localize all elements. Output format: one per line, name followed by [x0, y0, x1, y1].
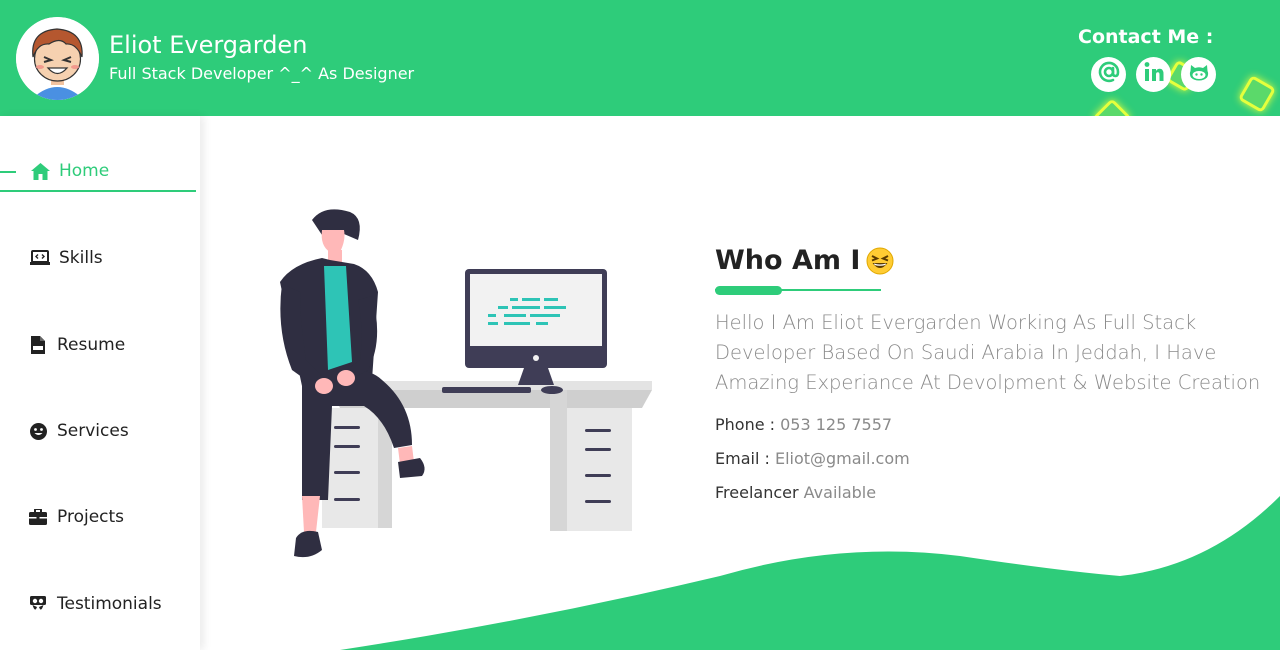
sidebar-item-label: Resume	[57, 335, 126, 355]
about-title: Who Am I	[715, 245, 894, 276]
profile-name: Eliot Evergarden	[109, 31, 308, 59]
email-link[interactable]	[1091, 57, 1126, 92]
sidebar-item-label: Home	[59, 161, 110, 181]
linkedin-icon	[1142, 60, 1166, 89]
decorative-square	[1092, 98, 1132, 116]
pdf-file-icon	[28, 335, 48, 355]
briefcase-icon	[28, 507, 48, 527]
about-title-text: Who Am I	[715, 245, 861, 276]
phone-row: Phone : 053 125 7557	[715, 415, 892, 434]
phone-label: Phone :	[715, 415, 781, 434]
sidebar-item-label: Skills	[59, 248, 103, 268]
at-sign-icon	[1097, 60, 1121, 89]
active-indicator	[0, 171, 16, 173]
slideshare-icon	[28, 594, 48, 614]
freelancer-label: Freelancer	[715, 483, 804, 502]
home-icon	[30, 161, 50, 181]
sidebar-item-label: Testimonials	[57, 594, 162, 614]
phone-value: 053 125 7557	[780, 415, 893, 434]
linkedin-link[interactable]	[1136, 57, 1171, 92]
profile-subtitle: Full Stack Developer ^_^ As Designer	[109, 64, 415, 83]
avatar	[16, 17, 99, 100]
contact-title: Contact Me :	[1078, 26, 1214, 48]
header: Eliot Evergarden Full Stack Developer ^_…	[0, 0, 1280, 116]
smile-icon	[28, 421, 48, 441]
sidebar-item-services[interactable]: Services	[0, 411, 196, 451]
email-label: Email :	[715, 449, 775, 468]
sidebar-item-label: Services	[57, 421, 129, 441]
github-link[interactable]	[1181, 57, 1216, 92]
sidebar-item-home[interactable]: Home	[0, 152, 196, 192]
email-row: Email : Eliot@gmail.com	[715, 449, 910, 468]
email-value: Eliot@gmail.com	[774, 449, 910, 468]
title-underline-accent	[715, 286, 782, 295]
laughing-emoji-icon	[866, 247, 894, 275]
about-bio: Hello I Am Eliot Evergarden Working As F…	[715, 311, 1261, 394]
sidebar-item-projects[interactable]: Projects	[0, 497, 196, 537]
developer-desk-illustration	[280, 209, 652, 558]
freelancer-value: Available	[803, 483, 877, 502]
freelancer-row: Freelancer Available	[715, 483, 876, 502]
sidebar-item-resume[interactable]: Resume	[0, 325, 196, 365]
decorative-square	[1237, 74, 1277, 114]
laptop-code-icon	[30, 248, 50, 268]
sidebar-item-testimonials[interactable]: Testimonials	[0, 584, 196, 624]
github-icon	[1186, 59, 1212, 90]
sidebar: Home Skills Resume Services Projects Tes…	[0, 116, 200, 650]
sidebar-item-label: Projects	[57, 507, 125, 527]
sidebar-item-skills[interactable]: Skills	[0, 238, 196, 278]
